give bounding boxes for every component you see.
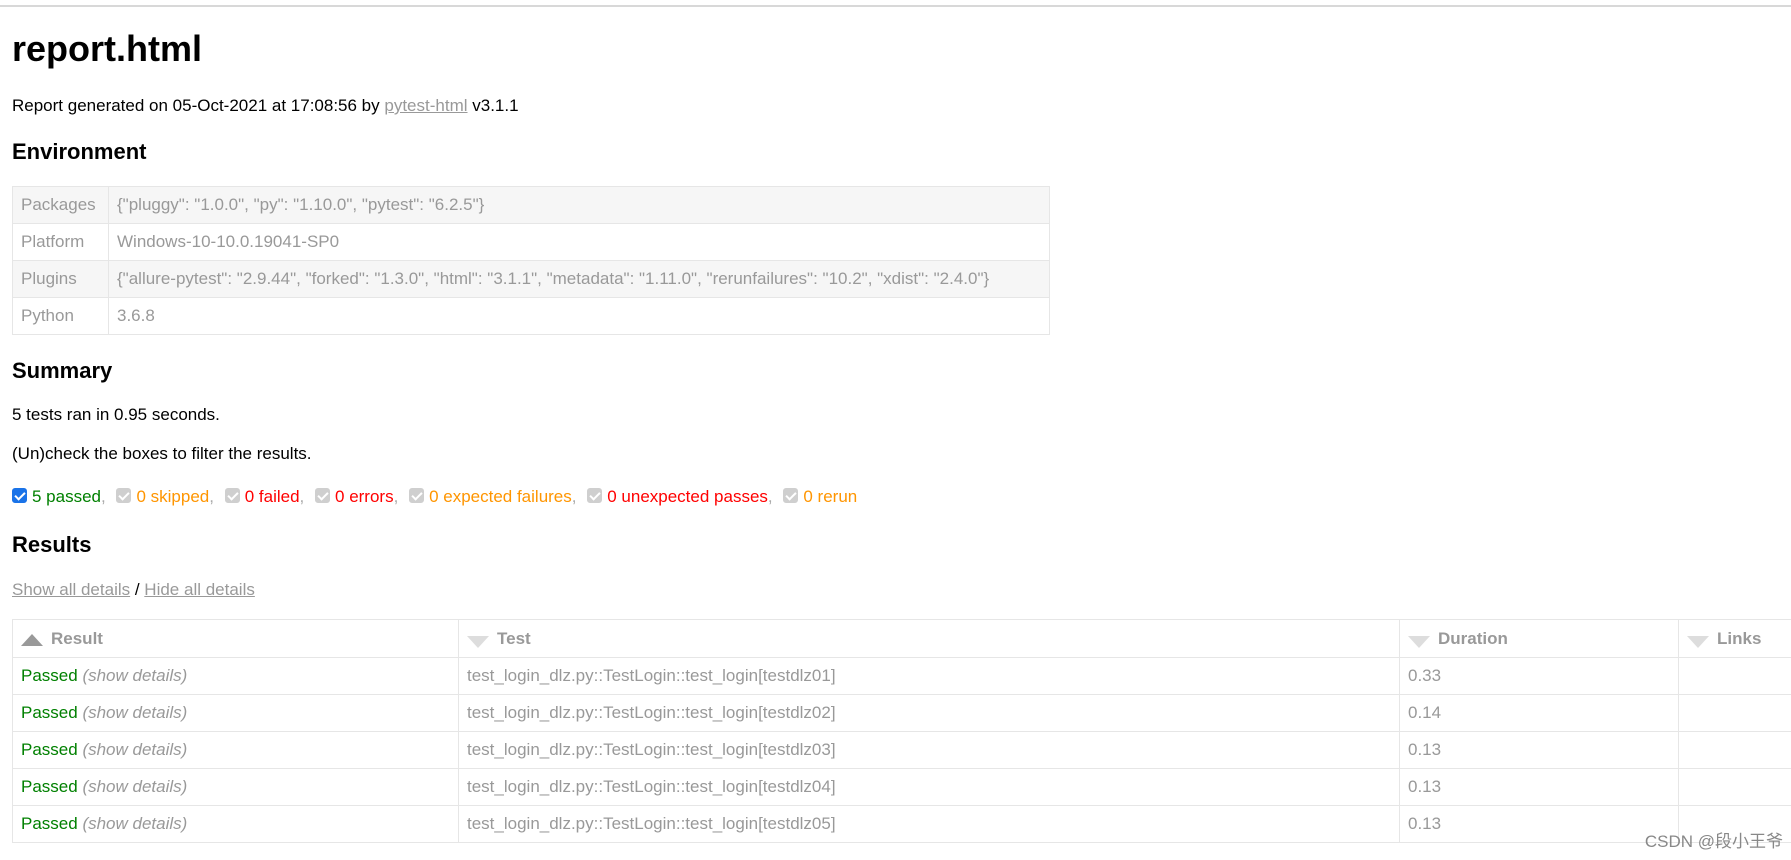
show-details-link[interactable]: (show details) (82, 740, 187, 759)
summary-heading: Summary (12, 358, 113, 383)
test-name: test_login_dlz.py::TestLogin::test_login… (458, 805, 1400, 843)
checkbox-disabled-icon[interactable] (587, 488, 603, 503)
filter-passed[interactable]: 5 passed, (12, 487, 106, 507)
show-details-link[interactable]: (show details) (82, 703, 187, 722)
sort-asc-icon (21, 633, 43, 646)
checkbox-checked-icon[interactable] (12, 488, 27, 503)
duration: 0.13 (1399, 805, 1679, 843)
filter-label: 0 rerun (803, 487, 858, 506)
environment-heading: Environment (12, 139, 147, 164)
results-header-row: Result Test Duration Links (12, 619, 1791, 658)
result-status: Passed (21, 814, 78, 833)
generated-line: Report generated on 05-Oct-2021 at 17:08… (12, 96, 519, 116)
result-status: Passed (21, 740, 78, 759)
results-heading: Results (12, 532, 92, 557)
test-name: test_login_dlz.py::TestLogin::test_login… (458, 657, 1400, 695)
env-key: Packages (12, 186, 109, 224)
details-toggle: Show all details / Hide all details (12, 580, 255, 600)
generated-suffix: v3.1.1 (467, 96, 519, 115)
result-status: Passed (21, 777, 78, 796)
show-details-link[interactable]: (show details) (82, 814, 187, 833)
filter-help-text: (Un)check the boxes to filter the result… (12, 444, 312, 463)
sort-duration-header[interactable]: Duration (1399, 619, 1679, 658)
show-all-details-link[interactable]: Show all details (12, 580, 130, 599)
column-label: Links (1717, 628, 1762, 648)
checkbox-disabled-icon[interactable] (315, 488, 331, 503)
filter-label: 0 skipped (136, 487, 210, 506)
table-row: Passed (show details) test_login_dlz.py:… (12, 657, 1791, 695)
links (1678, 657, 1791, 695)
results-table: Result Test Duration Links Passed (show … (12, 619, 1791, 843)
filter-errors[interactable]: 0 errors, (315, 487, 398, 507)
links (1678, 768, 1791, 806)
result-cell: Passed (show details) (12, 657, 459, 695)
filter-unexpected-passes[interactable]: 0 unexpected passes, (587, 487, 773, 507)
filter-failed[interactable]: 0 failed, (224, 487, 304, 507)
generated-prefix: Report generated on 05-Oct-2021 at 17:08… (12, 96, 385, 115)
links (1678, 731, 1791, 769)
env-key: Plugins (12, 260, 109, 298)
duration: 0.14 (1399, 694, 1679, 732)
env-value: {"pluggy": "1.0.0", "py": "1.10.0", "pyt… (108, 186, 1050, 224)
checkbox-disabled-icon[interactable] (224, 488, 240, 503)
table-row: Passed (show details) test_login_dlz.py:… (12, 805, 1791, 843)
tests-ran-text: 5 tests ran in 0.95 seconds. (12, 405, 220, 424)
result-cell: Passed (show details) (12, 731, 459, 769)
details-separator: / (130, 580, 145, 599)
result-cell: Passed (show details) (12, 768, 459, 806)
sort-result-header[interactable]: Result (12, 619, 459, 658)
links (1678, 694, 1791, 732)
checkbox-disabled-icon[interactable] (409, 488, 425, 503)
result-filters: 5 passed, 0 skipped, 0 failed, 0 errors,… (12, 487, 863, 507)
page-title: report.html (12, 28, 203, 69)
result-cell: Passed (show details) (12, 805, 459, 843)
show-details-link[interactable]: (show details) (82, 666, 187, 685)
filter-label: 0 errors (335, 487, 394, 506)
env-value: Windows-10-10.0.19041-SP0 (108, 223, 1050, 261)
hide-all-details-link[interactable]: Hide all details (144, 580, 255, 599)
env-row: Python 3.6.8 (12, 297, 1050, 335)
filter-label: 0 failed (244, 487, 300, 506)
filter-expected-failures[interactable]: 0 expected failures, (409, 487, 577, 507)
env-key: Platform (12, 223, 109, 261)
sort-desc-icon (1687, 635, 1709, 648)
result-status: Passed (21, 666, 78, 685)
top-border (0, 5, 1791, 7)
filter-label: 0 expected failures (429, 487, 572, 506)
sort-desc-icon (1408, 635, 1430, 648)
test-name: test_login_dlz.py::TestLogin::test_login… (458, 768, 1400, 806)
env-value: 3.6.8 (108, 297, 1050, 335)
duration: 0.13 (1399, 731, 1679, 769)
env-row: Plugins {"allure-pytest": "2.9.44", "fork… (12, 260, 1050, 298)
env-value: {"allure-pytest": "2.9.44", "forked": "1… (108, 260, 1050, 298)
checkbox-disabled-icon[interactable] (116, 488, 132, 503)
filter-label: 0 unexpected passes (607, 487, 768, 506)
env-row: Packages {"pluggy": "1.0.0", "py": "1.10.… (12, 186, 1050, 224)
sort-desc-icon (467, 635, 489, 648)
env-row: Platform Windows-10-10.0.19041-SP0 (12, 223, 1050, 261)
duration: 0.33 (1399, 657, 1679, 695)
filter-skipped[interactable]: 0 skipped, (116, 487, 214, 507)
result-cell: Passed (show details) (12, 694, 459, 732)
column-label: Test (497, 628, 531, 648)
environment-table: Packages {"pluggy": "1.0.0", "py": "1.10.… (12, 186, 1050, 335)
sort-links-header[interactable]: Links (1678, 619, 1791, 658)
filter-label: 5 passed (32, 487, 101, 506)
sort-test-header[interactable]: Test (458, 619, 1400, 658)
watermark: CSDN @段小王爷 (1644, 832, 1783, 851)
column-label: Duration (1438, 628, 1508, 648)
test-name: test_login_dlz.py::TestLogin::test_login… (458, 731, 1400, 769)
result-status: Passed (21, 703, 78, 722)
duration: 0.13 (1399, 768, 1679, 806)
test-name: test_login_dlz.py::TestLogin::test_login… (458, 694, 1400, 732)
table-row: Passed (show details) test_login_dlz.py:… (12, 731, 1791, 769)
checkbox-disabled-icon[interactable] (783, 488, 799, 503)
show-details-link[interactable]: (show details) (82, 777, 187, 796)
column-label: Result (51, 628, 103, 648)
pytest-html-link[interactable]: pytest-html (384, 96, 467, 115)
env-key: Python (12, 297, 109, 335)
table-row: Passed (show details) test_login_dlz.py:… (12, 768, 1791, 806)
filter-rerun[interactable]: 0 rerun (783, 487, 857, 507)
table-row: Passed (show details) test_login_dlz.py:… (12, 694, 1791, 732)
